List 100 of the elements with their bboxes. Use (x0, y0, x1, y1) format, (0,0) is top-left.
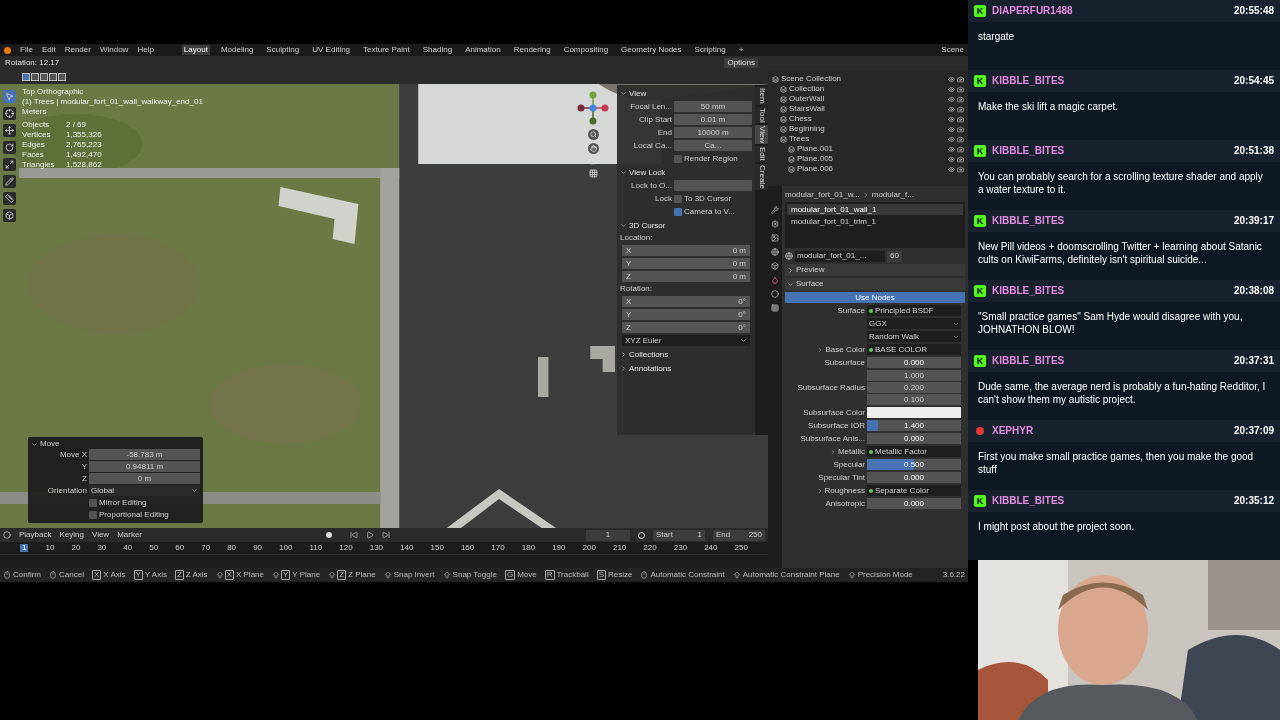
number-field[interactable]: 0.000 (867, 498, 961, 509)
outliner-item[interactable]: Scene Collection (781, 75, 842, 83)
grid-icon[interactable] (588, 169, 598, 178)
render-icon[interactable] (957, 105, 964, 113)
visibility-icon[interactable] (948, 125, 955, 133)
value-field[interactable] (674, 180, 752, 191)
pencil-tool-icon[interactable] (3, 175, 16, 188)
socket-link-field[interactable]: Principled BSDF (867, 305, 961, 316)
menu-item[interactable]: Window (99, 46, 129, 54)
checkbox[interactable] (89, 510, 97, 519)
checkbox[interactable] (674, 207, 682, 216)
render-icon[interactable] (957, 95, 964, 103)
value-field[interactable]: Z 0 m (622, 271, 750, 282)
visibility-icon[interactable] (948, 105, 955, 113)
visibility-icon[interactable] (948, 155, 955, 163)
render-icon[interactable] (771, 220, 779, 228)
render-icon[interactable] (957, 155, 964, 163)
number-field[interactable]: 0.500 (867, 459, 961, 470)
value-field[interactable]: Y 0 m (622, 258, 750, 269)
value-field[interactable]: X 0° (622, 296, 750, 307)
outliner-item[interactable]: Plane.005 (797, 155, 834, 163)
outliner-item[interactable]: Collection (789, 85, 825, 93)
workspace-tab[interactable]: Rendering (511, 45, 553, 55)
user-count[interactable]: 60 (887, 250, 902, 262)
workspace-tab[interactable]: Geometry Nodes (619, 45, 684, 55)
outliner-item[interactable]: OuterWall (789, 95, 825, 103)
workspace-tab[interactable]: Compositing (561, 45, 611, 55)
play-icon[interactable] (366, 531, 374, 539)
chevron-right-icon[interactable] (829, 448, 836, 455)
chevron-right-icon[interactable] (620, 351, 627, 358)
color-swatch[interactable] (867, 407, 961, 418)
value-field[interactable]: Y 0° (622, 309, 750, 320)
scale-tool-icon[interactable] (3, 158, 16, 171)
workspace-tab[interactable]: Modeling (218, 45, 256, 55)
value-field[interactable]: -58.783 m (89, 449, 200, 460)
blender-logo-icon[interactable] (4, 46, 11, 54)
outliner-item[interactable]: Trees (789, 135, 810, 143)
breadcrumb[interactable]: modular_fort_01_w... (785, 190, 860, 199)
timeline-menu[interactable]: Keying (59, 531, 84, 539)
checkbox[interactable] (89, 498, 97, 507)
material-icon[interactable] (771, 276, 779, 284)
panel-header[interactable]: Move (40, 440, 60, 448)
render-icon[interactable] (957, 125, 964, 133)
render-icon[interactable] (957, 85, 964, 93)
panel-header[interactable]: Collections (629, 350, 669, 359)
value-field[interactable]: 50 mm (674, 101, 752, 112)
dropdown[interactable]: Global (89, 485, 200, 496)
socket-link-field[interactable]: Separate Color (867, 485, 961, 496)
visibility-icon[interactable] (948, 165, 955, 173)
material-slot[interactable]: modular_fort_01_wall_1 (787, 204, 963, 215)
outliner-item[interactable]: Plane.001 (797, 145, 834, 153)
menu-item[interactable]: Edit (41, 46, 56, 54)
chevron-down-icon[interactable] (620, 90, 627, 97)
socket-link-field[interactable]: BASE COLOR (867, 344, 961, 355)
render-icon[interactable] (957, 75, 964, 83)
frame-range-field[interactable]: Start 1 (653, 529, 705, 541)
value-field[interactable]: 10000 m (674, 127, 752, 138)
output-icon[interactable] (771, 234, 779, 242)
panel-header[interactable]: Preview (796, 266, 825, 274)
use-nodes-button[interactable]: Use Nodes (785, 292, 965, 303)
value-field[interactable]: 0.94811 m (89, 461, 200, 472)
timeline-menu[interactable]: Playback (19, 531, 52, 539)
move-tool-icon[interactable] (3, 124, 16, 137)
outliner-item[interactable]: Chess (789, 115, 812, 123)
frame-field[interactable]: 1 (586, 529, 630, 541)
workspace-tab[interactable]: Scripting (692, 45, 728, 55)
hand-icon[interactable] (587, 143, 599, 154)
texture-icon[interactable] (771, 304, 779, 312)
object-icon[interactable] (771, 262, 779, 270)
rotate-tool-icon[interactable] (3, 141, 16, 154)
number-field[interactable]: 0.000 (867, 472, 961, 483)
number-field[interactable]: 0.000 (867, 433, 961, 444)
cursor-tool-icon[interactable] (3, 107, 16, 120)
current-frame-marker[interactable]: 1 (20, 544, 29, 552)
select-tool-icon[interactable] (3, 90, 16, 103)
render-icon[interactable] (957, 135, 964, 143)
checkbox[interactable] (674, 194, 682, 203)
material-name-field[interactable]: modular_fort_01_... (795, 250, 885, 262)
editor-type-icon[interactable] (3, 531, 11, 539)
workspace-tab[interactable]: Animation (463, 45, 503, 55)
workspace-tab[interactable]: Layout (181, 45, 210, 55)
outliner-item[interactable]: Beginning (789, 125, 825, 133)
options-button[interactable]: Options (724, 58, 758, 68)
menu-item[interactable]: File (20, 46, 33, 54)
chevron-right-icon[interactable] (620, 365, 627, 372)
tool-icon[interactable] (771, 206, 779, 214)
chevron-right-icon[interactable] (817, 346, 824, 353)
socket-link-field[interactable]: Metallic Factor (867, 446, 961, 457)
value-field[interactable]: 0.01 m (674, 114, 752, 125)
visibility-icon[interactable] (948, 85, 955, 93)
chevron-down-icon[interactable] (620, 169, 627, 176)
keyframe-icon[interactable] (326, 532, 332, 538)
jump-end-icon[interactable] (382, 531, 390, 539)
number-field[interactable]: 0.100 (867, 394, 961, 405)
dropdown[interactable]: XYZ Euler (622, 335, 750, 346)
outliner-item[interactable]: Plane.006 (797, 165, 834, 173)
timeline-menu[interactable]: View (91, 531, 110, 539)
panel-header[interactable]: View (629, 89, 647, 98)
frame-range-field[interactable]: End 250 (713, 529, 765, 541)
workspace-tab[interactable]: UV Editing (310, 45, 353, 55)
